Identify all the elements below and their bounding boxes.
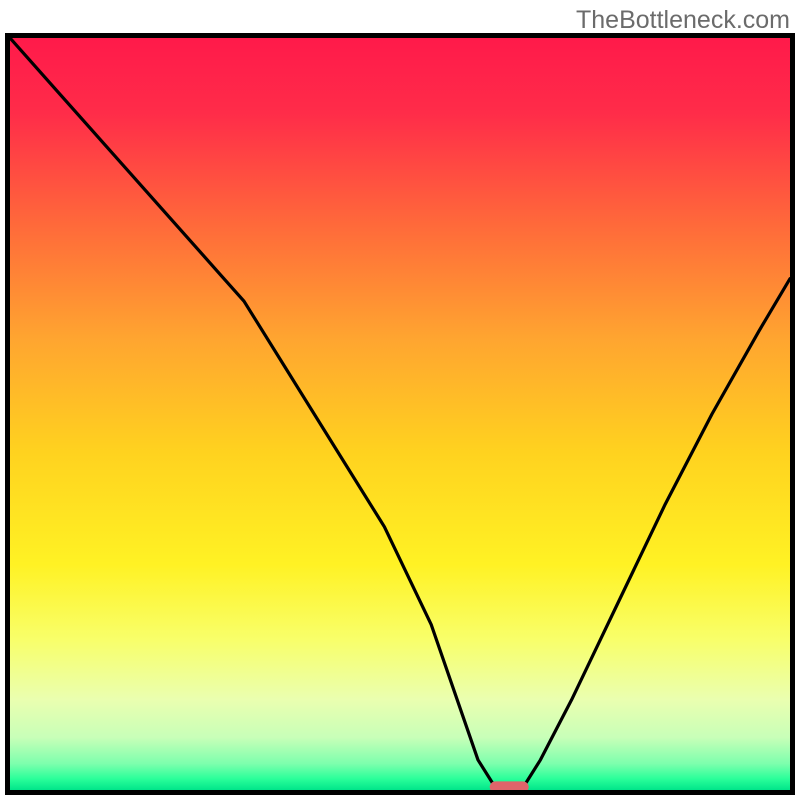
optimal-marker: [490, 781, 529, 790]
background-gradient-rect: [10, 38, 790, 790]
plot-area: [10, 38, 790, 790]
chart-container: TheBottleneck.com: [0, 0, 800, 800]
watermark-text: TheBottleneck.com: [576, 6, 790, 35]
plot-svg: [10, 38, 790, 790]
